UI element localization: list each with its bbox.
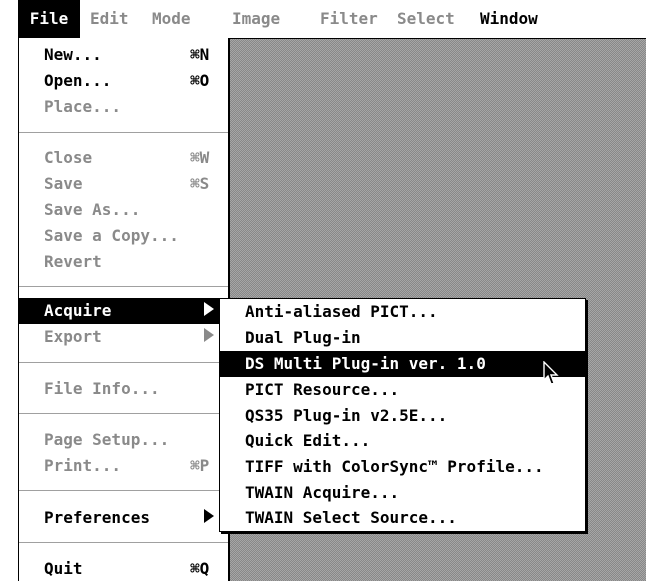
submenu-item-twain-select-source[interactable]: TWAIN Select Source... bbox=[220, 505, 585, 531]
submenu-item-label: Anti-aliased PICT... bbox=[245, 302, 438, 321]
acquire-submenu: Anti-aliased PICT... Dual Plug-in DS Mul… bbox=[219, 298, 586, 532]
submenu-item-label: PICT Resource... bbox=[245, 380, 400, 399]
menu-mode[interactable]: Mode bbox=[152, 0, 191, 38]
menu-item-label: Quit bbox=[44, 559, 83, 578]
menu-separator bbox=[19, 542, 228, 543]
menu-item-quit[interactable]: Quit ⌘Q bbox=[19, 556, 228, 582]
menu-edit[interactable]: Edit bbox=[90, 0, 129, 38]
menu-separator bbox=[19, 362, 228, 363]
menu-select[interactable]: Select bbox=[397, 0, 455, 38]
menu-item-shortcut: ⌘N bbox=[190, 45, 210, 64]
right-triangle-icon bbox=[204, 324, 214, 350]
menu-item-label: Page Setup... bbox=[44, 430, 170, 449]
submenu-item-label: Quick Edit... bbox=[245, 431, 371, 450]
menu-item-label: New... bbox=[44, 45, 102, 64]
menu-item-shortcut: ⌘S bbox=[190, 174, 210, 193]
menu-item-export[interactable]: Export bbox=[19, 324, 228, 350]
menu-separator bbox=[19, 413, 228, 414]
menu-item-shortcut: ⌘O bbox=[190, 71, 210, 90]
menu-item-revert[interactable]: Revert bbox=[19, 249, 228, 275]
menu-item-shortcut: ⌘P bbox=[190, 456, 210, 475]
file-menu: New... ⌘N Open... ⌘O Place... Close ⌘W S… bbox=[19, 38, 230, 581]
menu-item-label: Save a Copy... bbox=[44, 226, 179, 245]
menu-item-label: Preferences bbox=[44, 508, 150, 527]
submenu-item-pict-resource[interactable]: PICT Resource... bbox=[220, 377, 585, 403]
submenu-item-dual-plug-in[interactable]: Dual Plug-in bbox=[220, 325, 585, 351]
menu-item-print[interactable]: Print... ⌘P bbox=[19, 453, 228, 479]
menu-window[interactable]: Window bbox=[480, 0, 538, 38]
menu-item-label: Close bbox=[44, 148, 93, 167]
menu-item-shortcut: ⌘W bbox=[190, 148, 210, 167]
menu-item-save-as[interactable]: Save As... bbox=[19, 197, 228, 223]
submenu-item-twain-acquire[interactable]: TWAIN Acquire... bbox=[220, 480, 585, 506]
menu-item-preferences[interactable]: Preferences bbox=[19, 505, 228, 531]
submenu-item-anti-aliased-pict[interactable]: Anti-aliased PICT... bbox=[220, 299, 585, 325]
menu-item-label: Save bbox=[44, 174, 83, 193]
menu-item-page-setup[interactable]: Page Setup... bbox=[19, 427, 228, 453]
menu-image[interactable]: Image bbox=[232, 0, 280, 38]
menu-item-label: Open... bbox=[44, 71, 112, 90]
menu-separator bbox=[19, 490, 228, 491]
submenu-item-quick-edit[interactable]: Quick Edit... bbox=[220, 428, 585, 454]
menu-item-new[interactable]: New... ⌘N bbox=[19, 42, 228, 68]
menu-item-open[interactable]: Open... ⌘O bbox=[19, 68, 228, 94]
menu-item-save[interactable]: Save ⌘S bbox=[19, 171, 228, 197]
submenu-item-qs35-plug-in[interactable]: QS35 Plug-in v2.5E... bbox=[220, 403, 585, 429]
menu-item-label: File Info... bbox=[44, 379, 160, 398]
submenu-item-label: QS35 Plug-in v2.5E... bbox=[245, 406, 448, 425]
menu-item-file-info[interactable]: File Info... bbox=[19, 376, 228, 402]
menu-item-shortcut: ⌘Q bbox=[190, 559, 210, 578]
menu-separator bbox=[19, 286, 228, 287]
submenu-item-tiff-colorsync[interactable]: TIFF with ColorSync™ Profile... bbox=[220, 454, 585, 480]
menu-item-acquire[interactable]: Acquire bbox=[19, 298, 228, 324]
arrow-pointer-icon bbox=[543, 361, 559, 385]
menu-item-label: Place... bbox=[44, 97, 122, 116]
menu-item-label: Acquire bbox=[44, 301, 112, 320]
submenu-item-label: Dual Plug-in bbox=[245, 328, 361, 347]
menu-bar: File Edit Mode Image Filter Select Windo… bbox=[18, 0, 646, 39]
submenu-item-ds-multi-plug-in[interactable]: DS Multi Plug-in ver. 1.0 bbox=[220, 351, 585, 377]
menu-item-place[interactable]: Place... bbox=[19, 94, 228, 120]
right-triangle-icon bbox=[204, 505, 214, 531]
menu-item-label: Print... bbox=[44, 456, 122, 475]
menu-item-label: Save As... bbox=[44, 200, 141, 219]
submenu-item-label: TWAIN Acquire... bbox=[245, 483, 400, 502]
submenu-item-label: TWAIN Select Source... bbox=[245, 508, 457, 527]
menu-filter[interactable]: Filter bbox=[320, 0, 378, 38]
right-triangle-icon bbox=[204, 298, 214, 324]
menu-separator bbox=[19, 132, 228, 133]
menu-file[interactable]: File bbox=[18, 0, 80, 38]
menu-item-label: Export bbox=[44, 327, 102, 346]
menu-item-close[interactable]: Close ⌘W bbox=[19, 145, 228, 171]
submenu-item-label: DS Multi Plug-in ver. 1.0 bbox=[245, 354, 486, 373]
menu-item-save-a-copy[interactable]: Save a Copy... bbox=[19, 223, 228, 249]
submenu-item-label: TIFF with ColorSync™ Profile... bbox=[245, 457, 544, 476]
menu-item-label: Revert bbox=[44, 252, 102, 271]
